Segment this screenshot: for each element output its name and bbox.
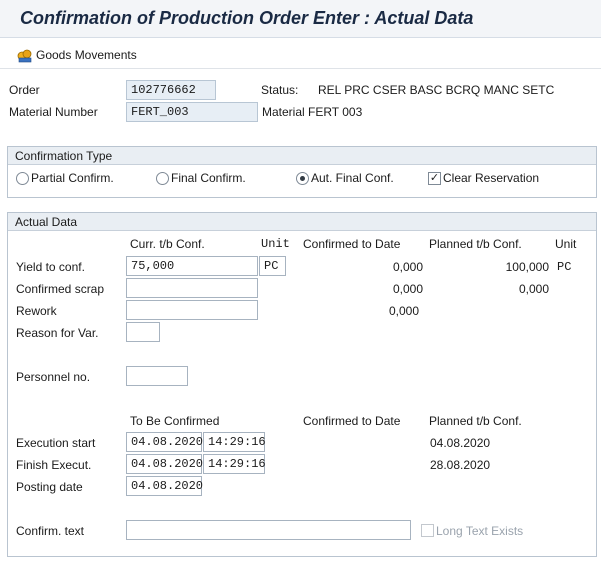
- application-toolbar: Goods Movements: [0, 39, 601, 69]
- yield-planned-unit: PC: [557, 260, 572, 274]
- personnel-no-input[interactable]: [126, 366, 188, 386]
- col-to-be-confirmed: To Be Confirmed: [130, 414, 220, 428]
- col-planned-conf: Planned t/b Conf.: [429, 237, 522, 251]
- scrap-confirmed-to-date: 0,000: [392, 282, 423, 296]
- confirmed-scrap-input[interactable]: [126, 278, 258, 298]
- final-confirm-radio[interactable]: [156, 172, 169, 185]
- finish-execution-label: Finish Execut.: [16, 458, 92, 472]
- col-curr-conf: Curr. t/b Conf.: [130, 237, 205, 251]
- col-planned-conf-2: Planned t/b Conf.: [429, 414, 522, 428]
- goods-movements-icon: [16, 46, 34, 64]
- auto-final-conf-radio[interactable]: [296, 172, 309, 185]
- confirmation-type-title: Confirmation Type: [15, 149, 113, 163]
- rework-label: Rework: [16, 304, 57, 318]
- title-bar: Confirmation of Production Order Enter :…: [0, 0, 601, 38]
- goods-movements-button[interactable]: Goods Movements: [16, 45, 137, 65]
- confirm-text-label: Confirm. text: [16, 524, 85, 538]
- final-confirm-label: Final Confirm.: [171, 171, 246, 185]
- finish-execution-date-input[interactable]: 04.08.2020: [126, 454, 203, 474]
- execution-start-time-input[interactable]: 14:29:16: [203, 432, 266, 452]
- yield-planned: 100,000: [505, 260, 549, 274]
- execution-start-planned: 04.08.2020: [430, 436, 491, 450]
- long-text-exists-checkbox[interactable]: [421, 524, 434, 537]
- clear-reservation-checkbox[interactable]: ✓: [428, 172, 441, 185]
- partial-confirm-radio[interactable]: [16, 172, 29, 185]
- material-number-field[interactable]: FERT_003: [126, 102, 258, 122]
- status-value: REL PRC CSER BASC BCRQ MANC SETC: [318, 83, 555, 97]
- yield-confirmed-to-date: 0,000: [392, 260, 423, 274]
- actual-data-header: Actual Data: [8, 213, 596, 231]
- order-field[interactable]: 102776662: [126, 80, 216, 100]
- material-number-label: Material Number: [9, 105, 98, 119]
- finish-execution-time-input[interactable]: 14:29:16: [203, 454, 266, 474]
- reason-for-variance-label: Reason for Var.: [16, 326, 99, 340]
- order-label: Order: [9, 83, 40, 97]
- yield-unit-input[interactable]: PC: [259, 256, 286, 276]
- partial-confirm-label: Partial Confirm.: [31, 171, 114, 185]
- material-description: Material FERT 003: [262, 105, 363, 119]
- reason-for-variance-input[interactable]: [126, 322, 160, 342]
- scrap-planned: 0,000: [518, 282, 549, 296]
- execution-start-label: Execution start: [16, 436, 96, 450]
- rework-input[interactable]: [126, 300, 258, 320]
- col-unit: Unit: [261, 237, 290, 251]
- page-title: Confirmation of Production Order Enter :…: [20, 8, 474, 28]
- posting-date-input[interactable]: 04.08.2020: [126, 476, 203, 496]
- auto-final-conf-label: Aut. Final Conf.: [311, 171, 394, 185]
- posting-date-label: Posting date: [16, 480, 83, 494]
- execution-start-date-input[interactable]: 04.08.2020: [126, 432, 203, 452]
- status-label: Status:: [261, 83, 299, 97]
- col-confirmed-to-date-2: Confirmed to Date: [303, 414, 401, 428]
- col-confirmed-to-date: Confirmed to Date: [303, 237, 401, 251]
- finish-execution-planned: 28.08.2020: [430, 458, 491, 472]
- confirmation-type-header: Confirmation Type: [8, 147, 596, 165]
- actual-data-title: Actual Data: [15, 215, 78, 229]
- confirm-text-input[interactable]: [126, 520, 411, 540]
- long-text-exists-label: Long Text Exists: [436, 524, 524, 538]
- goods-movements-label: Goods Movements: [36, 48, 137, 62]
- yield-input[interactable]: 75,000: [126, 256, 258, 276]
- clear-reservation-label: Clear Reservation: [443, 171, 540, 185]
- col-unit-2: Unit: [555, 237, 577, 251]
- yield-label: Yield to conf.: [16, 260, 85, 274]
- rework-confirmed-to-date: 0,000: [388, 304, 419, 318]
- confirmed-scrap-label: Confirmed scrap: [16, 282, 105, 296]
- personnel-no-label: Personnel no.: [16, 370, 91, 384]
